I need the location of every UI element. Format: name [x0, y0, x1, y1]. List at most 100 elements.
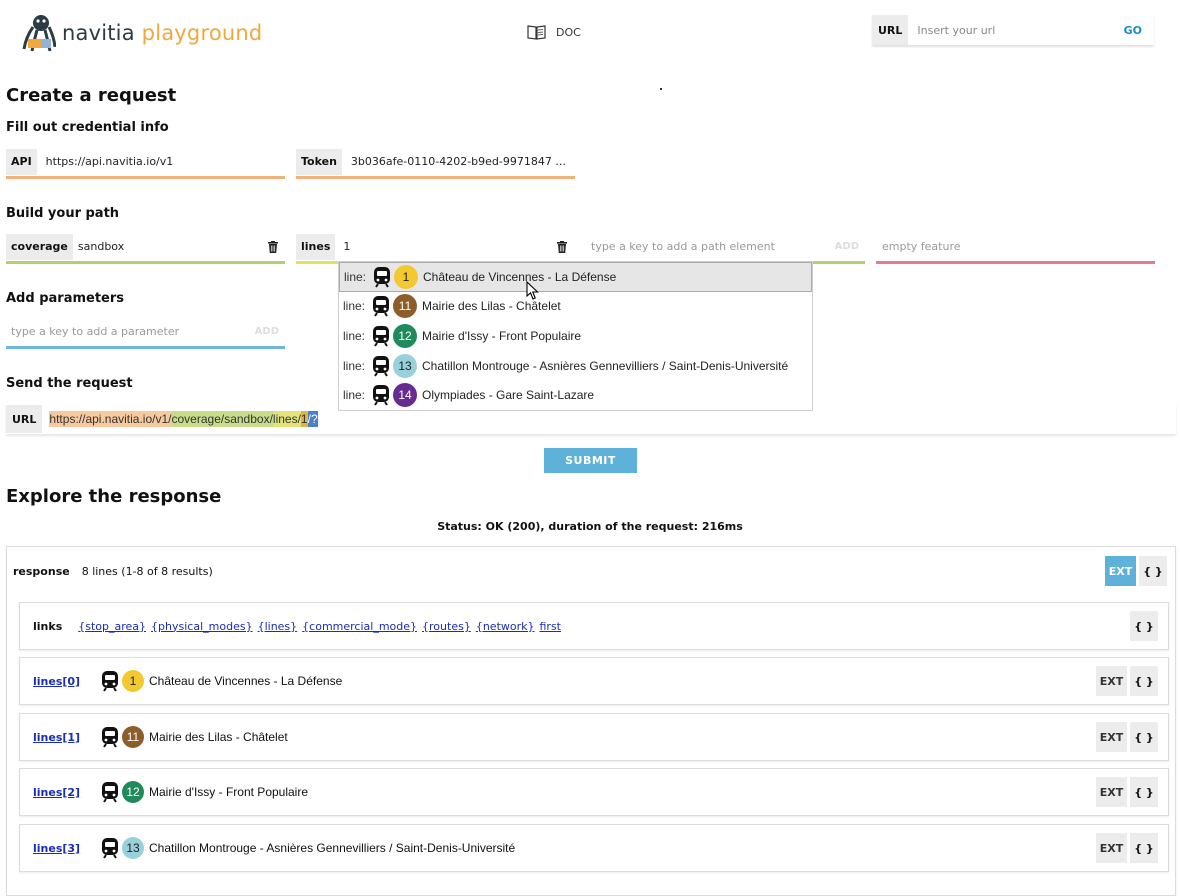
parameter-add-button[interactable]: ADD — [255, 326, 279, 337]
logo-playground: playground — [141, 21, 263, 45]
lines-value[interactable]: 1 — [335, 240, 554, 253]
autocomplete-item[interactable]: line: 13 Chatillon Montrouge - Asnières … — [339, 351, 812, 381]
line-json-button[interactable]: { } — [1130, 833, 1158, 863]
line-ext-button[interactable]: EXT — [1096, 722, 1127, 752]
link-physical-modes[interactable]: {physical_modes} — [151, 620, 253, 633]
coverage-tag: coverage — [6, 233, 73, 260]
go-button[interactable]: GO — [1124, 24, 1154, 37]
metro-icon — [371, 295, 391, 317]
line-key-link[interactable]: lines[1] — [33, 731, 95, 744]
metro-icon — [372, 266, 392, 288]
metro-icon — [100, 726, 120, 748]
line-key-link[interactable]: lines[3] — [33, 842, 95, 855]
credential-heading: Fill out credential info — [6, 120, 169, 135]
api-field[interactable]: API https://api.navitia.io/v1 — [6, 147, 285, 179]
logo-wordmark: navitia playground — [62, 21, 262, 45]
link-first[interactable]: first — [540, 620, 562, 633]
links-label: links — [33, 619, 63, 633]
metro-icon — [100, 670, 120, 692]
line-badge: 12 — [393, 323, 418, 348]
line-row: lines[0] 1 Château de Vincennes - La Déf… — [19, 657, 1169, 705]
line-badge: 1 — [122, 670, 144, 692]
url-segment-coverage: coverage/sandbox/ — [171, 411, 273, 427]
item-name: Mairie d'Issy - Front Populaire — [422, 328, 582, 343]
item-name: Chatillon Montrouge - Asnières Gennevill… — [422, 358, 789, 373]
mouse-cursor-icon — [526, 281, 539, 300]
octopus-logo-icon — [22, 15, 56, 52]
line-ext-button[interactable]: EXT — [1096, 666, 1127, 696]
build-path-heading: Build your path — [6, 206, 120, 221]
response-json-button[interactable]: { } — [1139, 556, 1167, 586]
item-prefix: line: — [343, 299, 366, 314]
feature-placeholder[interactable]: empty feature — [876, 240, 1155, 253]
token-value[interactable]: 3b036afe-0110-4202-b9ed-9971847 ... — [342, 155, 575, 168]
links-json-button[interactable]: { } — [1130, 611, 1158, 641]
api-tag: API — [6, 148, 37, 175]
line-badge: 13 — [393, 353, 418, 378]
item-name: Château de Vincennes - La Défense — [423, 269, 617, 284]
path-element-field[interactable]: type a key to add a path element ADD — [585, 232, 865, 264]
api-value[interactable]: https://api.navitia.io/v1 — [37, 155, 285, 168]
link-routes[interactable]: {routes} — [422, 620, 471, 633]
item-name: Mairie des Lilas - Châtelet — [422, 299, 561, 314]
lines-tag: lines — [296, 233, 336, 260]
request-url-tag: URL — [6, 405, 43, 433]
url-segment-line-id: 1 — [300, 411, 308, 427]
metro-icon — [100, 781, 120, 803]
send-request-heading: Send the request — [6, 376, 133, 391]
item-prefix: line: — [343, 388, 366, 403]
line-ext-button[interactable]: EXT — [1096, 833, 1127, 863]
response-header: response 8 lines (1-8 of 8 results) EXT … — [7, 547, 1175, 595]
response-ext-button[interactable]: EXT — [1105, 556, 1136, 586]
parameter-field[interactable]: type a key to add a parameter ADD — [6, 317, 285, 349]
coverage-trash-icon[interactable] — [265, 240, 281, 253]
parameter-placeholder[interactable]: type a key to add a parameter — [6, 325, 255, 338]
coverage-field[interactable]: coverage sandbox — [6, 232, 285, 264]
autocomplete-item[interactable]: line: 1 Château de Vincennes - La Défens… — [339, 262, 812, 292]
feature-field[interactable]: empty feature — [876, 232, 1155, 264]
link-network[interactable]: {network} — [476, 620, 535, 633]
header-url-input[interactable] — [908, 22, 1124, 38]
response-summary: 8 lines (1-8 of 8 results) — [81, 564, 213, 578]
book-icon — [527, 25, 546, 40]
logo-navitia: navitia — [62, 21, 135, 45]
links-row: links {stop_area} {physical_modes} {line… — [19, 602, 1169, 650]
navitia-logo[interactable]: navitia playground — [22, 12, 282, 54]
path-element-placeholder[interactable]: type a key to add a path element — [585, 240, 835, 253]
lines-field[interactable]: lines 1 — [296, 232, 575, 264]
status-text: Status: OK (200), duration of the reques… — [437, 520, 743, 533]
line-key-link[interactable]: lines[2] — [33, 786, 95, 799]
token-field[interactable]: Token 3b036afe-0110-4202-b9ed-9971847 ..… — [296, 147, 575, 179]
doc-link[interactable]: DOC — [527, 24, 581, 40]
line-json-button[interactable]: { } — [1130, 777, 1158, 807]
create-request-title: Create a request — [6, 85, 177, 106]
line-json-button[interactable]: { } — [1130, 722, 1158, 752]
url-segment-query: /? — [307, 411, 318, 427]
line-row: lines[3] 13 Chatillon Montrouge - Asnièr… — [19, 824, 1169, 872]
autocomplete-item[interactable]: line: 14 Olympiades - Gare Saint-Lazare — [339, 380, 812, 410]
link-lines[interactable]: {lines} — [258, 620, 298, 633]
add-parameters-heading: Add parameters — [6, 291, 125, 306]
submit-button[interactable]: SUBMIT — [544, 448, 637, 473]
token-tag: Token — [296, 148, 342, 175]
coverage-value[interactable]: sandbox — [73, 240, 265, 253]
autocomplete-item[interactable]: line: 11 Mairie des Lilas - Châtelet — [339, 292, 812, 322]
link-commercial-mode[interactable]: {commercial_mode} — [302, 620, 417, 633]
line-key-link[interactable]: lines[0] — [33, 675, 95, 688]
response-panel: response 8 lines (1-8 of 8 results) EXT … — [6, 546, 1176, 896]
header-url-tag: URL — [872, 15, 909, 45]
request-url-text[interactable]: https://api.navitia.io/v1/coverage/sandb… — [49, 411, 318, 427]
line-name: Mairie d'Issy - Front Populaire — [149, 785, 309, 799]
line-badge: 11 — [122, 726, 144, 748]
line-badge: 14 — [393, 383, 418, 408]
line-badge: 13 — [122, 837, 144, 859]
lines-trash-icon[interactable] — [554, 240, 570, 253]
item-name: Olympiades - Gare Saint-Lazare — [422, 388, 595, 403]
path-add-button[interactable]: ADD — [835, 241, 859, 252]
link-stop-area[interactable]: {stop_area} — [78, 620, 146, 633]
autocomplete-item[interactable]: line: 12 Mairie d'Issy - Front Populaire — [339, 321, 812, 351]
line-json-button[interactable]: { } — [1130, 666, 1158, 696]
metro-icon — [371, 355, 391, 377]
line-ext-button[interactable]: EXT — [1096, 777, 1127, 807]
url-segment-lines: lines/ — [272, 411, 301, 427]
